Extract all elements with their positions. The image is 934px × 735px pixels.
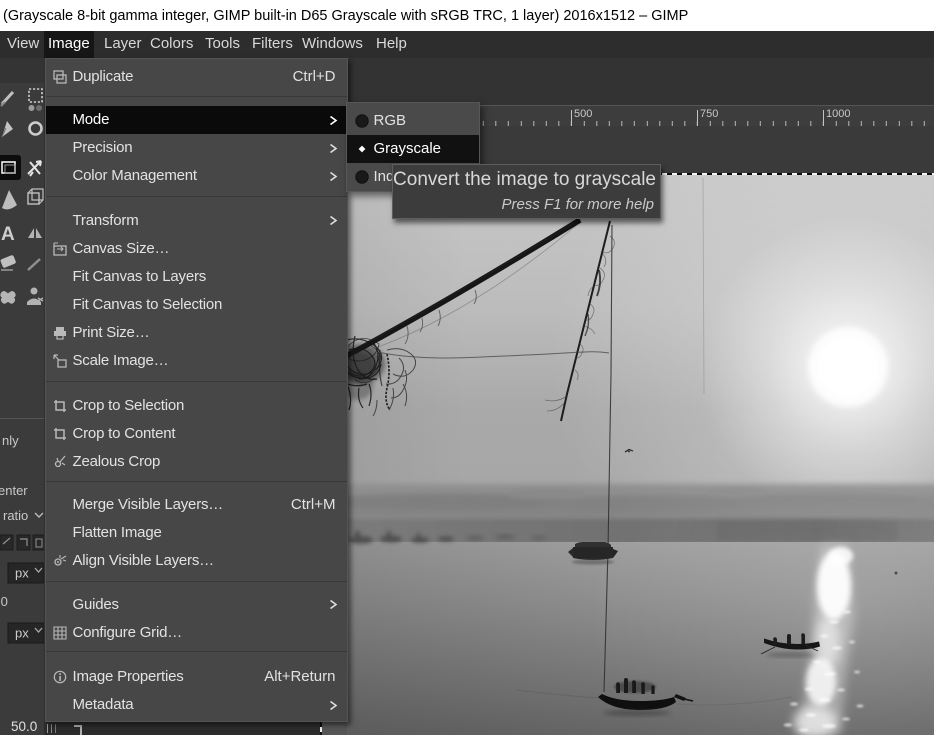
svg-text:enter: enter: [0, 483, 28, 498]
svg-text:.0: .0: [0, 594, 8, 609]
svg-text:ratio: ratio: [3, 508, 28, 523]
svg-text:A: A: [1, 224, 15, 245]
svg-text:px: px: [15, 625, 29, 640]
svg-text:nly: nly: [2, 433, 19, 448]
svg-text:50.0: 50.0: [11, 719, 37, 734]
svg-text:px: px: [15, 565, 29, 580]
